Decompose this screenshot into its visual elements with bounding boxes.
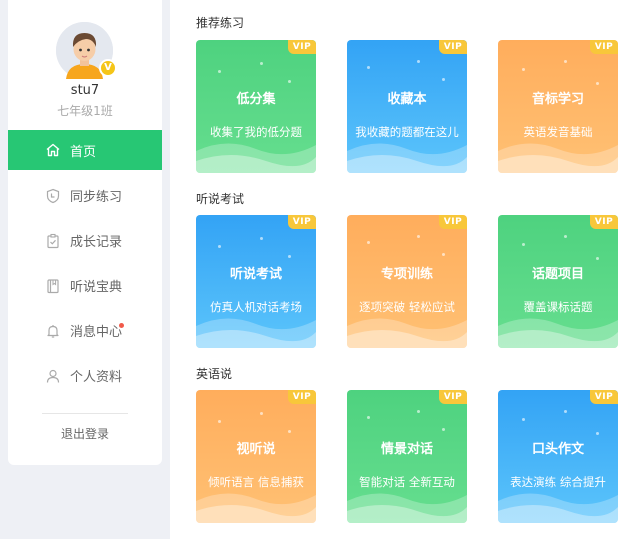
bell-icon (45, 323, 61, 339)
sidebar-item-profile[interactable]: 个人资料 (8, 353, 162, 398)
section-title: 英语说 (196, 367, 233, 381)
vip-badge-icon: V (99, 59, 117, 77)
vip-tag: VIP (439, 215, 467, 229)
vip-tag: VIP (590, 215, 618, 229)
wave-decoration (498, 143, 618, 173)
sidebar-item-label: 个人资料 (70, 370, 123, 385)
vip-tag: VIP (590, 40, 618, 54)
vip-tag: VIP (288, 390, 316, 404)
card-low-score[interactable]: VIP 低分集 收集了我的低分题 (196, 40, 316, 173)
card-oral-composition[interactable]: VIP 口头作文 表达演练 综合提升 (498, 390, 618, 523)
wave-decoration (196, 493, 316, 523)
wave-decoration (196, 318, 316, 348)
card-title: 情景对话 (380, 442, 433, 457)
vip-tag: VIP (590, 390, 618, 404)
sidebar-item-label: 听说宝典 (70, 280, 123, 295)
wave-decoration (347, 143, 467, 173)
sidebar-divider (42, 413, 128, 414)
card-title: 收藏本 (387, 92, 427, 107)
user-icon (45, 368, 61, 384)
unread-dot-icon (119, 323, 124, 328)
wave-decoration (347, 493, 467, 523)
card-title: 话题项目 (531, 267, 584, 282)
card-title: 低分集 (236, 92, 276, 107)
logout-button[interactable]: 退出登录 (8, 425, 162, 442)
vip-tag: VIP (439, 40, 467, 54)
card-speaking-exam[interactable]: VIP 听说考试 仿真人机对话考场 (196, 215, 316, 348)
vip-tag: VIP (439, 390, 467, 404)
sidebar-item-label: 首页 (70, 144, 97, 160)
card-title: 听说考试 (229, 267, 282, 282)
card-special-training[interactable]: VIP 专项训练 逐项突破 轻松应试 (347, 215, 467, 348)
sidebar-item-home[interactable]: 首页 (8, 130, 162, 170)
sidebar-item-label: 成长记录 (70, 235, 123, 250)
section-title: 听说考试 (196, 192, 245, 206)
card-topic-project[interactable]: VIP 话题项目 覆盖课标话题 (498, 215, 618, 348)
vip-tag: VIP (288, 40, 316, 54)
card-situational-dialogue[interactable]: VIP 情景对话 智能对话 全新互动 (347, 390, 467, 523)
avatar[interactable]: V (56, 22, 117, 79)
sidebar: V stu7 七年级1班 首页 同步练习 成长记录 听说宝典 消息中心 个人资料… (8, 0, 162, 465)
vip-tag: VIP (288, 215, 316, 229)
wave-decoration (498, 318, 618, 348)
username: stu7 (70, 83, 100, 98)
sidebar-item-label: 消息中心 (70, 325, 123, 340)
book-icon (45, 278, 61, 294)
card-title: 口头作文 (531, 442, 584, 457)
card-favorites[interactable]: VIP 收藏本 我收藏的题都在这儿 (347, 40, 467, 173)
sidebar-item-message-center[interactable]: 消息中心 (8, 308, 162, 353)
main-content: 推荐练习 VIP 低分集 收集了我的低分题 VIP 收藏本 我收藏的题都在这儿 … (170, 0, 641, 539)
sidebar-item-sync-practice[interactable]: 同步练习 (8, 173, 162, 218)
card-title: 音标学习 (531, 92, 584, 107)
sidebar-item-label: 同步练习 (70, 190, 123, 205)
sidebar-item-listening-book[interactable]: 听说宝典 (8, 263, 162, 308)
card-phonetics[interactable]: VIP 音标学习 英语发音基础 (498, 40, 618, 173)
wave-decoration (196, 143, 316, 173)
user-class: 七年级1班 (57, 104, 113, 118)
sidebar-item-growth-record[interactable]: 成长记录 (8, 218, 162, 263)
home-icon (45, 142, 61, 158)
wave-decoration (347, 318, 467, 348)
card-audiovisual[interactable]: VIP 视听说 倾听语言 信息捕获 (196, 390, 316, 523)
card-title: 专项训练 (380, 267, 433, 282)
shield-icon (45, 188, 61, 204)
clipboard-check-icon (45, 233, 61, 249)
section-title: 推荐练习 (196, 16, 245, 30)
card-title: 视听说 (236, 442, 276, 457)
sidebar-nav: 首页 同步练习 成长记录 听说宝典 消息中心 个人资料 (8, 130, 162, 398)
wave-decoration (498, 493, 618, 523)
